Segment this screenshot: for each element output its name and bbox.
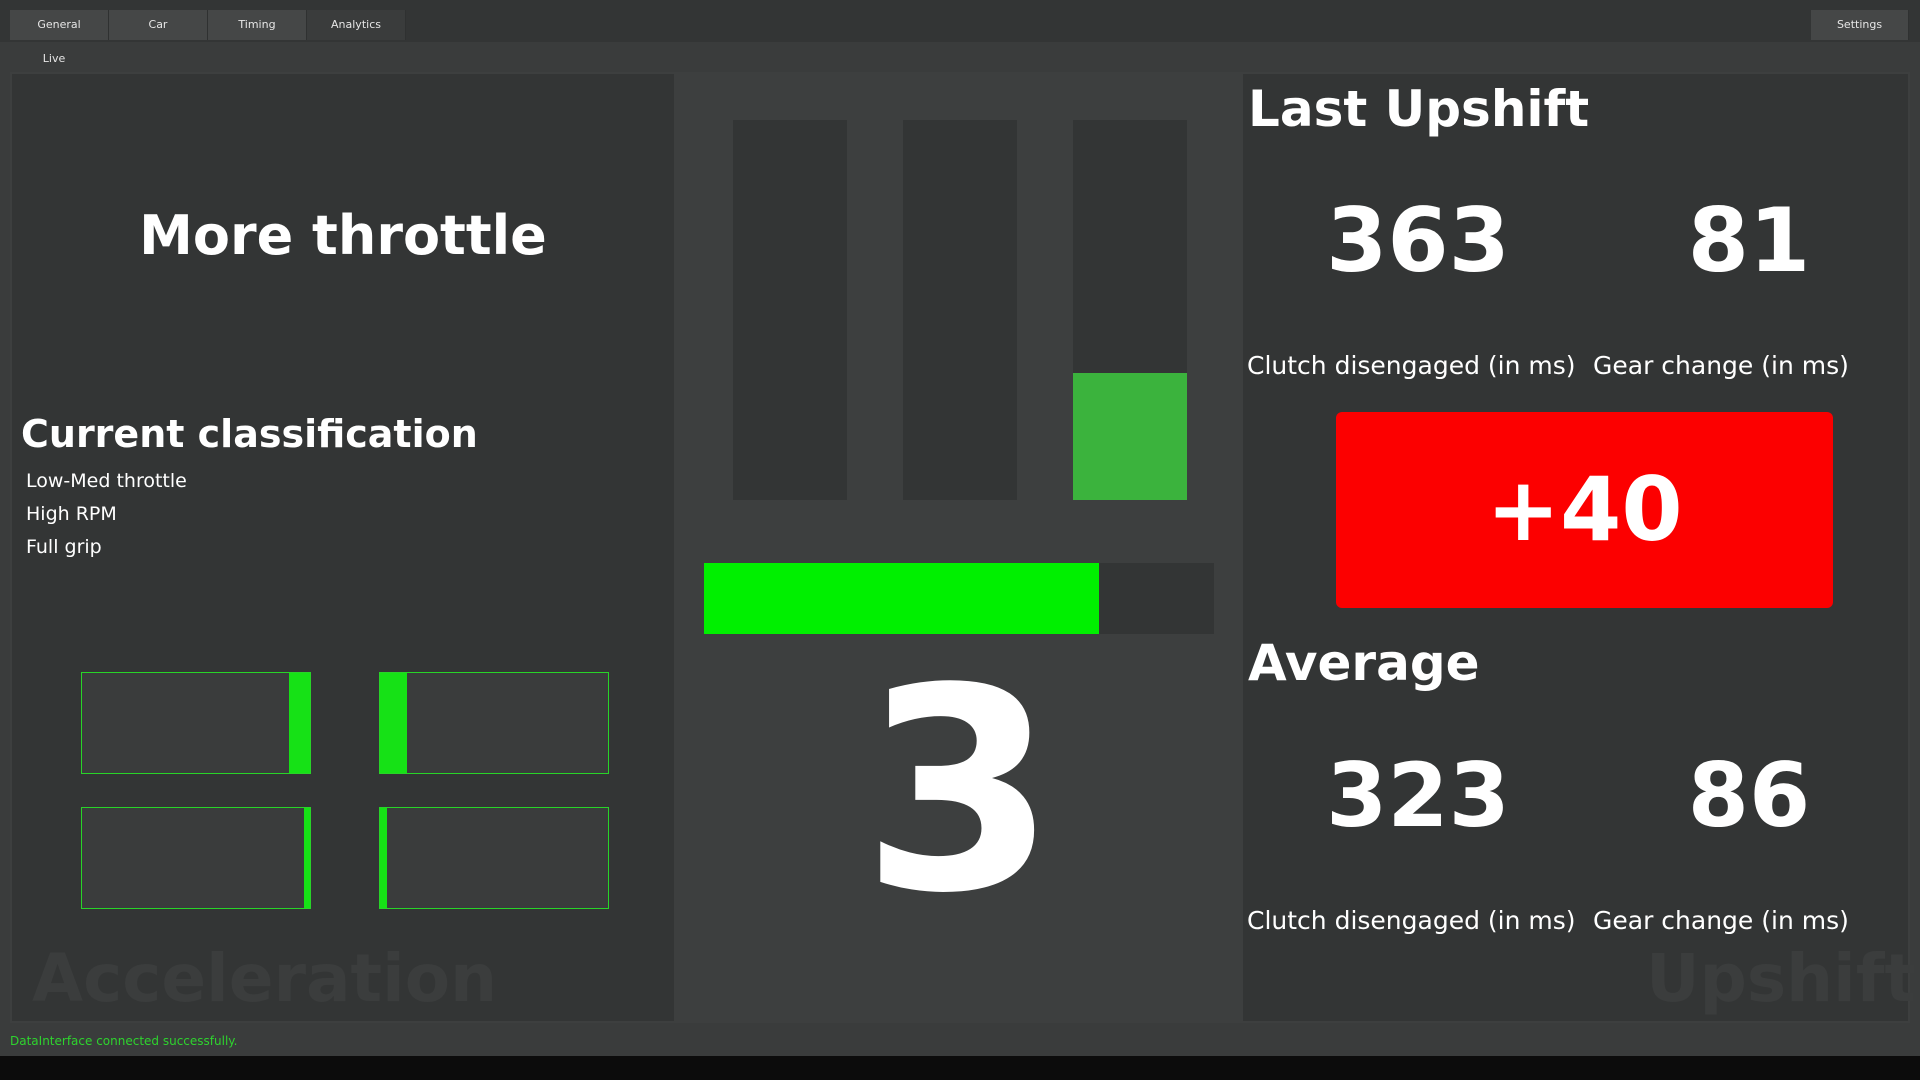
settings-button[interactable]: Settings xyxy=(1811,10,1909,40)
vertical-bar-2 xyxy=(903,120,1017,500)
status-bar: DataInterface connected successfully. xyxy=(0,1028,1920,1056)
last-gear-change-label: Gear change (in ms) xyxy=(1593,351,1849,380)
vertical-bar-fill xyxy=(1073,372,1187,500)
average-title: Average xyxy=(1248,634,1480,692)
current-gear: 3 xyxy=(861,629,1057,955)
wheel-slip-fill xyxy=(289,673,310,773)
upshift-watermark: Upshift xyxy=(1646,940,1916,1017)
tab-car[interactable]: Car xyxy=(109,10,208,40)
tab-bar: General Car Timing Analytics Settings xyxy=(0,0,1920,42)
vertical-bar-3 xyxy=(1073,120,1187,500)
dashboard-window: General Car Timing Analytics Settings Li… xyxy=(0,0,1920,1056)
upshift-panel: Last Upshift 363 81 Clutch disengaged (i… xyxy=(1243,74,1916,1021)
last-upshift-title: Last Upshift xyxy=(1248,80,1590,138)
avg-clutch-label: Clutch disengaged (in ms) xyxy=(1247,906,1576,935)
last-gear-change-value: 81 xyxy=(1687,189,1811,292)
status-message: DataInterface connected successfully. xyxy=(10,1034,238,1048)
bottom-strip xyxy=(0,1056,1920,1080)
classification-grip: Full grip xyxy=(26,536,102,558)
last-clutch-label: Clutch disengaged (in ms) xyxy=(1247,351,1576,380)
shift-progress-fill xyxy=(704,563,1100,634)
wheel-slip-front-right xyxy=(379,672,609,774)
avg-gear-change-label: Gear change (in ms) xyxy=(1593,906,1849,935)
live-view: More throttle Current classification Low… xyxy=(10,72,1916,1023)
wheel-slip-rear-right xyxy=(379,807,609,909)
classification-throttle: Low-Med throttle xyxy=(26,470,187,492)
avg-gear-change-value: 86 xyxy=(1687,744,1811,847)
wheel-slip-fill xyxy=(380,673,408,773)
wheel-slip-fill xyxy=(304,808,310,908)
shift-progress-bar xyxy=(704,563,1214,634)
tab-live[interactable]: Live xyxy=(15,46,93,73)
tab-analytics[interactable]: Analytics xyxy=(307,10,406,40)
tab-general[interactable]: General xyxy=(10,10,109,40)
throttle-advice: More throttle xyxy=(139,204,547,267)
wheel-slip-rear-left xyxy=(81,807,311,909)
acceleration-watermark: Acceleration xyxy=(32,940,498,1017)
wheel-slip-front-left xyxy=(81,672,311,774)
classification-rpm: High RPM xyxy=(26,503,117,525)
tab-timing[interactable]: Timing xyxy=(208,10,307,40)
last-clutch-value: 363 xyxy=(1326,189,1510,292)
upshift-delta-badge: +40 xyxy=(1336,412,1833,608)
vertical-bar-1 xyxy=(733,120,847,500)
acceleration-panel: More throttle Current classification Low… xyxy=(12,74,674,1021)
wheel-slip-fill xyxy=(380,808,387,908)
avg-clutch-value: 323 xyxy=(1326,744,1510,847)
classification-title: Current classification xyxy=(21,412,478,456)
